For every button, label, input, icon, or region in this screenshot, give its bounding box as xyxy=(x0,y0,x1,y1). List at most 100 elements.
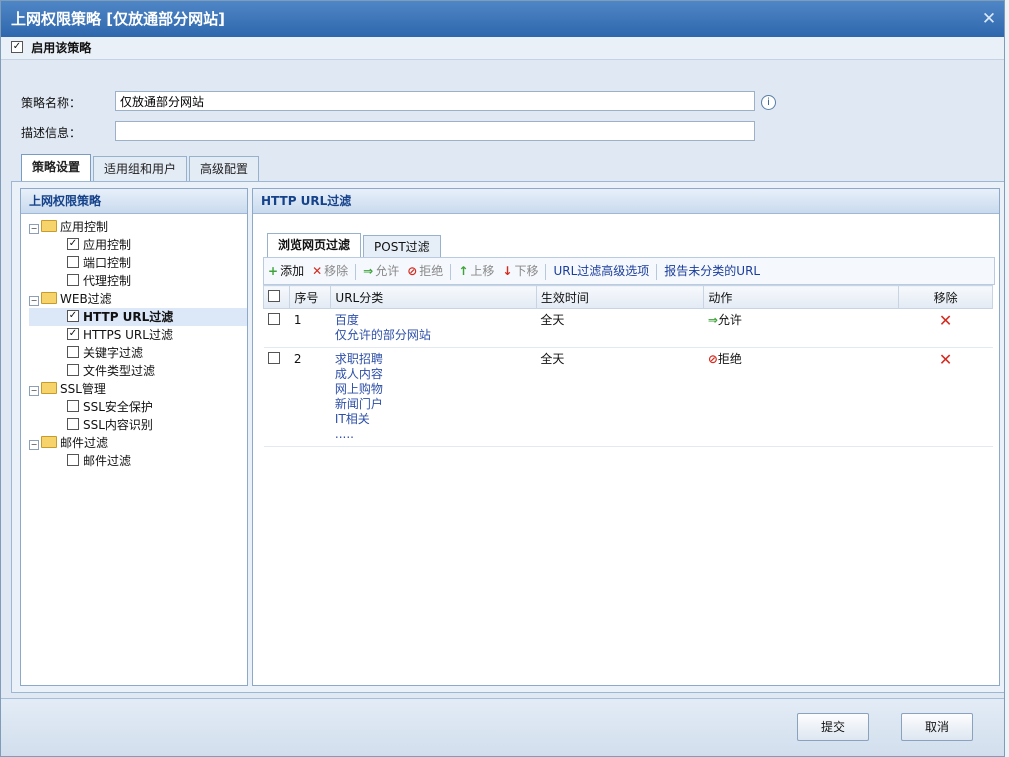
category-link[interactable]: 百度 xyxy=(335,313,532,328)
tree-item-ssl-protect[interactable]: SSL安全保护 xyxy=(29,398,247,416)
report-uncategorized-url-link[interactable]: 报告未分类的URL xyxy=(660,258,764,284)
checkbox[interactable] xyxy=(67,256,79,268)
policy-tree: −应用控制 应用控制 端口控制 代理控制 −WEB过滤 HTTP URL过滤 H… xyxy=(21,214,247,470)
divider xyxy=(545,263,547,280)
row-action[interactable]: ⇒允许 xyxy=(703,308,899,348)
x-icon: ✕ xyxy=(312,264,323,278)
submit-button[interactable]: 提交 xyxy=(797,713,869,741)
collapse-icon[interactable]: − xyxy=(29,440,39,450)
tree-folder-mail[interactable]: − 邮件过滤 xyxy=(29,434,247,452)
collapse-icon[interactable]: − xyxy=(29,386,39,396)
row-select-cell xyxy=(263,308,290,348)
tree-item-http-url-filter[interactable]: HTTP URL过滤 xyxy=(29,308,247,326)
checkbox[interactable] xyxy=(67,400,79,412)
tree-item-ssl-identify[interactable]: SSL内容识别 xyxy=(29,416,247,434)
enable-policy-label: 启用该策略 xyxy=(31,41,92,55)
tree-item-filetype-filter[interactable]: 文件类型过滤 xyxy=(29,362,247,380)
category-link[interactable]: IT相关 xyxy=(335,412,532,427)
policy-tree-panel: 上网权限策略 −应用控制 应用控制 端口控制 代理控制 −WEB过滤 HTTP … xyxy=(20,188,248,686)
description-label: 描述信息： xyxy=(21,126,82,140)
tree-item-app-control[interactable]: 应用控制 xyxy=(29,236,247,254)
folder-icon xyxy=(41,220,57,232)
url-rules-table: 序号 URL分类 生效时间 动作 移除 1 百度 仅允许的部分网站 全天 ⇒允许… xyxy=(262,285,993,447)
right-arrow-icon: ⇒ xyxy=(363,264,374,278)
col-time[interactable]: 生效时间 xyxy=(535,285,705,309)
tab-policy-settings[interactable]: 策略设置 xyxy=(21,154,92,182)
tree-folder-web-filter[interactable]: − WEB过滤 xyxy=(29,290,247,308)
category-link[interactable]: 求职招聘 xyxy=(335,352,532,367)
tab-advanced[interactable]: 高级配置 xyxy=(189,156,260,182)
close-icon[interactable]: ✕ xyxy=(974,1,1004,37)
move-up-button[interactable]: ↑ 上移 xyxy=(454,258,498,284)
tab-browse-filter[interactable]: 浏览网页过滤 xyxy=(267,233,362,258)
checkbox[interactable] xyxy=(67,238,79,250)
collapse-icon[interactable]: − xyxy=(29,224,39,234)
policy-name-input[interactable] xyxy=(115,91,755,111)
remove-icon[interactable]: ✕ xyxy=(939,311,952,330)
category-link[interactable]: 仅允许的部分网站 xyxy=(335,328,532,343)
checkbox[interactable] xyxy=(67,328,79,340)
category-link[interactable]: 成人内容 xyxy=(335,367,532,382)
tree-item-mail-filter[interactable]: 邮件过滤 xyxy=(29,452,247,470)
tree-folder-app-control[interactable]: − 应用控制 xyxy=(29,218,247,236)
add-button[interactable]: + 添加 xyxy=(264,258,308,284)
select-all-checkbox[interactable] xyxy=(268,290,280,302)
category-link[interactable]: 新闻门户 xyxy=(335,397,532,412)
url-advanced-options-link[interactable]: URL过滤高级选项 xyxy=(549,258,653,284)
tab-post-filter[interactable]: POST过滤 xyxy=(363,235,441,258)
col-remove[interactable]: 移除 xyxy=(898,285,993,309)
policy-tree-header: 上网权限策略 xyxy=(21,189,247,214)
dialog-footer: 提交 取消 xyxy=(1,698,1004,756)
tree-folder-ssl[interactable]: − SSL管理 xyxy=(29,380,247,398)
folder-icon xyxy=(41,382,57,394)
row-time: 全天 xyxy=(536,347,704,447)
table-header-row: 序号 URL分类 生效时间 动作 移除 xyxy=(262,285,993,309)
col-category[interactable]: URL分类 xyxy=(330,285,537,309)
row-checkbox[interactable] xyxy=(267,352,280,364)
checkbox[interactable] xyxy=(67,418,79,430)
tree-item-port-control[interactable]: 端口控制 xyxy=(29,254,247,272)
category-more[interactable]: ..... xyxy=(335,427,532,442)
row-action[interactable]: ⊘拒绝 xyxy=(703,347,899,447)
row-categories: 求职招聘 成人内容 网上购物 新闻门户 IT相关 ..... xyxy=(330,347,537,447)
description-input[interactable] xyxy=(115,121,755,141)
tree-item-https-url-filter[interactable]: HTTPS URL过滤 xyxy=(29,326,247,344)
col-seq[interactable]: 序号 xyxy=(289,285,332,309)
info-icon[interactable]: i xyxy=(761,95,776,110)
http-url-filter-panel: HTTP URL过滤 浏览网页过滤 POST过滤 + 添加 ✕ 移除 ⇒ 允许 ⊘ 拒绝 ↑ 上移 ↓… xyxy=(252,188,1000,686)
http-url-filter-header: HTTP URL过滤 xyxy=(253,189,999,214)
folder-icon xyxy=(41,292,57,304)
category-link[interactable]: 网上购物 xyxy=(335,382,532,397)
policy-dialog: 上网权限策略 [仅放通部分网站] ✕ 启用该策略 策略名称： i 描述信息： 策… xyxy=(0,0,1005,757)
title-bar[interactable]: 上网权限策略 [仅放通部分网站] ✕ xyxy=(1,1,1004,37)
description-row: 描述信息： xyxy=(21,123,115,143)
checkbox[interactable] xyxy=(67,364,79,376)
tab-groups-users[interactable]: 适用组和用户 xyxy=(93,156,188,182)
collapse-icon[interactable]: − xyxy=(29,296,39,306)
table-row[interactable]: 1 百度 仅允许的部分网站 全天 ⇒允许 ✕ xyxy=(263,308,993,348)
move-down-button[interactable]: ↓ 下移 xyxy=(498,258,542,284)
checkbox[interactable] xyxy=(67,274,79,286)
checkbox[interactable] xyxy=(67,346,79,358)
col-action[interactable]: 动作 xyxy=(703,285,900,309)
enable-policy-row[interactable]: 启用该策略 xyxy=(1,37,1004,60)
deny-button[interactable]: ⊘ 拒绝 xyxy=(403,258,447,284)
row-seq: 2 xyxy=(289,347,331,447)
tree-item-keyword-filter[interactable]: 关键字过滤 xyxy=(29,344,247,362)
remove-button[interactable]: ✕ 移除 xyxy=(308,258,352,284)
table-row[interactable]: 2 求职招聘 成人内容 网上购物 新闻门户 IT相关 ..... 全天 ⊘拒绝 … xyxy=(263,347,993,447)
checkbox[interactable] xyxy=(67,310,79,322)
checkbox[interactable] xyxy=(67,454,79,466)
cancel-button[interactable]: 取消 xyxy=(901,713,973,741)
remove-icon[interactable]: ✕ xyxy=(939,350,952,369)
allow-button[interactable]: ⇒ 允许 xyxy=(359,258,403,284)
up-arrow-icon: ↑ xyxy=(458,264,469,278)
row-seq: 1 xyxy=(289,308,331,348)
enable-policy-checkbox[interactable] xyxy=(11,41,23,53)
row-select-cell xyxy=(263,347,290,447)
divider xyxy=(450,263,452,280)
row-remove: ✕ xyxy=(898,347,993,447)
row-checkbox[interactable] xyxy=(267,313,280,325)
tree-item-proxy-control[interactable]: 代理控制 xyxy=(29,272,247,290)
row-remove: ✕ xyxy=(898,308,993,348)
